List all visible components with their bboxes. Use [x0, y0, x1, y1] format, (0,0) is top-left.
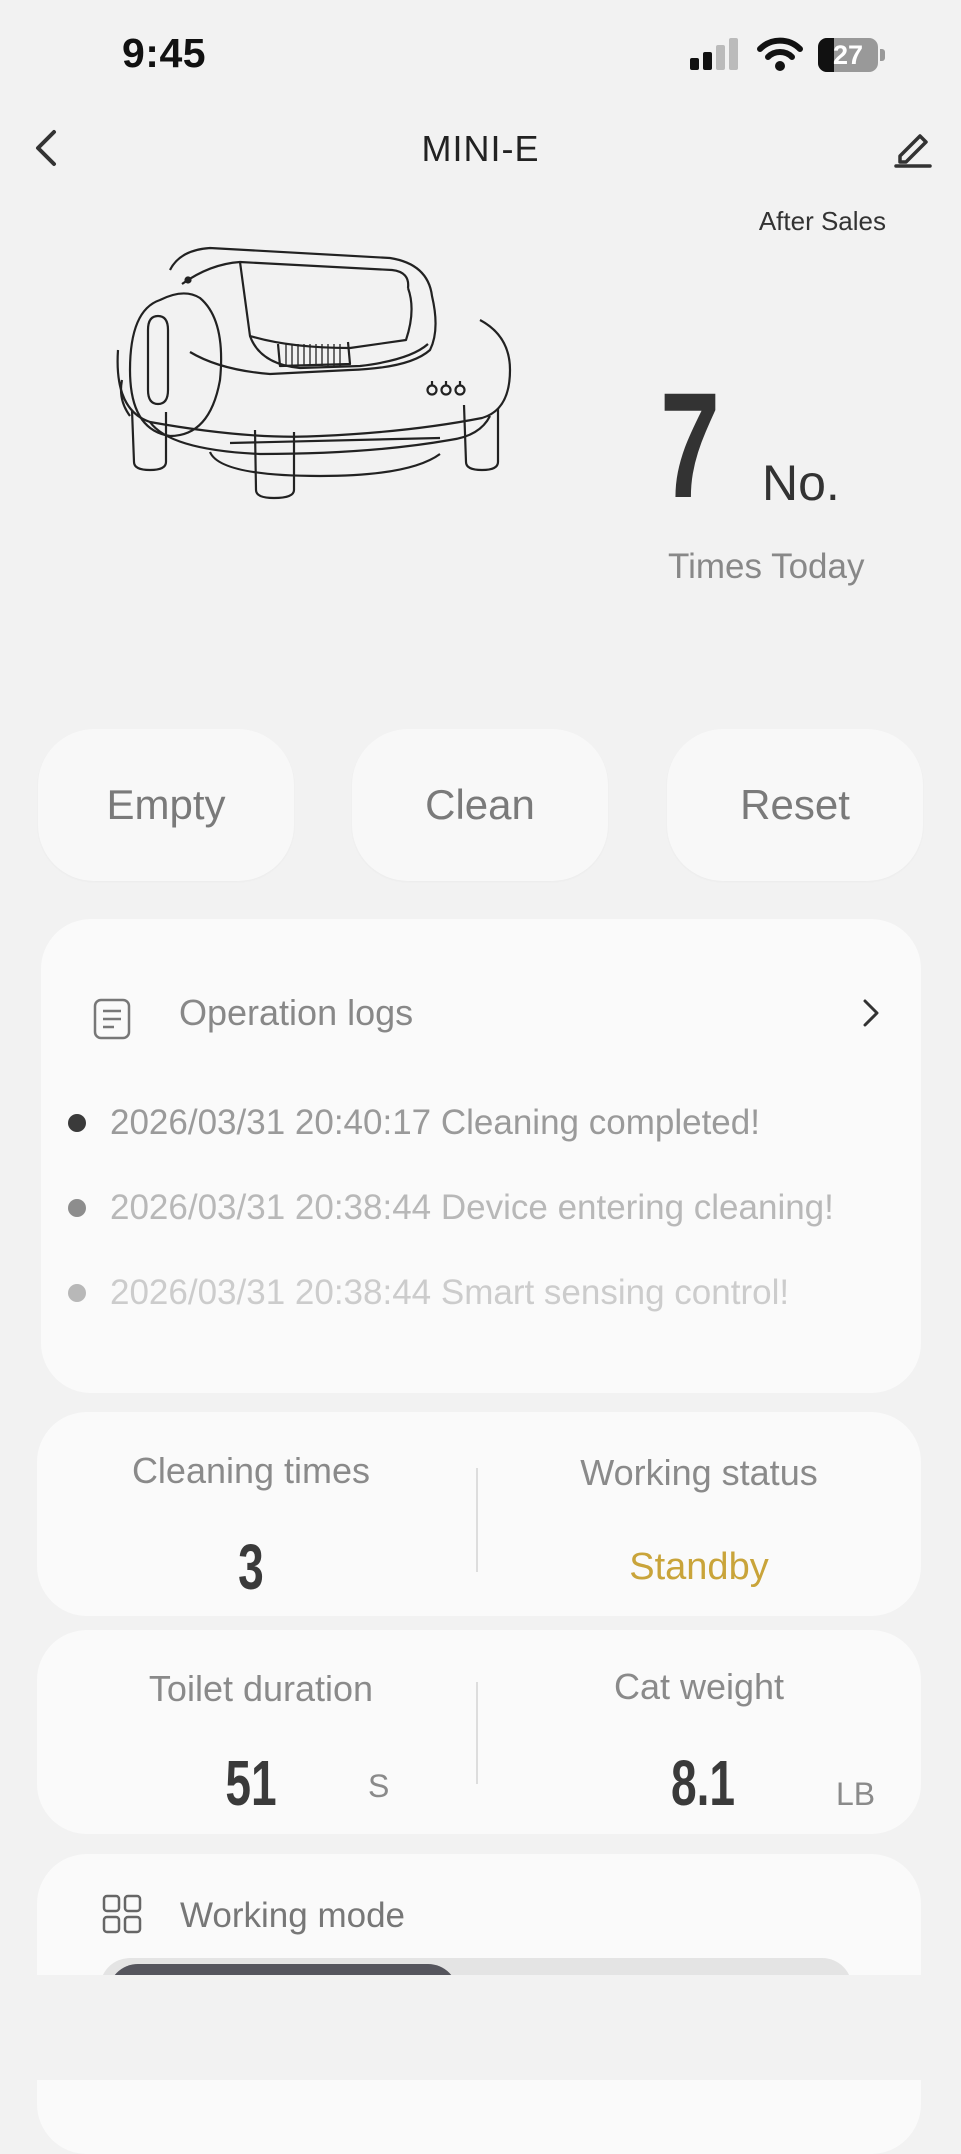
times-today-label: Times Today: [668, 547, 865, 586]
log-item: 2026/03/31 20:38:44 Device entering clea…: [68, 1188, 834, 1228]
divider: [476, 1682, 478, 1784]
battery-icon: 27: [818, 38, 886, 72]
bottom-edge: [0, 1975, 961, 2080]
cat-weight-unit: LB: [836, 1776, 876, 1812]
log-text: 2026/03/31 20:40:17 Cleaning completed!: [110, 1103, 760, 1142]
grid-icon: [102, 1894, 142, 1934]
working-status-value: Standby: [629, 1546, 769, 1588]
page-title: MINI-E: [421, 128, 540, 169]
times-today-count: 7: [660, 361, 721, 529]
working-mode-title: Working mode: [180, 1896, 406, 1935]
cat-weight-label: Cat weight: [613, 1666, 785, 1707]
reset-button[interactable]: Reset: [667, 729, 923, 881]
log-item: 2026/03/31 20:38:44 Smart sensing contro…: [68, 1273, 789, 1313]
operation-logs-title[interactable]: Operation logs: [179, 992, 413, 1034]
toilet-duration-label: Toilet duration: [148, 1668, 374, 1709]
log-bullet: [68, 1284, 86, 1302]
empty-button[interactable]: Empty: [38, 729, 294, 881]
litter-box-device-image: [116, 246, 512, 500]
log-bullet: [68, 1199, 86, 1217]
wifi-icon: [757, 37, 803, 71]
toilet-duration-value: 51: [225, 1747, 277, 1819]
chevron-right-icon[interactable]: [860, 996, 882, 1030]
cellular-signal-icon: [690, 38, 738, 70]
after-sales-link[interactable]: After Sales: [759, 206, 886, 237]
divider: [476, 1468, 478, 1572]
cleaning-times-value: 3: [238, 1531, 264, 1603]
clean-button[interactable]: Clean: [352, 729, 608, 881]
log-text: 2026/03/31 20:38:44 Smart sensing contro…: [110, 1273, 790, 1312]
times-today-unit: No.: [762, 455, 840, 511]
cleaning-times-label: Cleaning times: [131, 1450, 371, 1491]
working-status-label: Working status: [580, 1452, 818, 1493]
operation-logs-card[interactable]: [41, 919, 921, 1393]
toilet-duration-unit: S: [368, 1768, 390, 1804]
edit-icon[interactable]: [892, 126, 934, 168]
battery-level: 27: [832, 40, 864, 70]
log-text: 2026/03/31 20:38:44 Device entering clea…: [110, 1188, 834, 1227]
status-time: 9:45: [122, 30, 207, 76]
cat-weight-value: 8.1: [670, 1747, 736, 1819]
log-bullet: [68, 1114, 86, 1132]
log-item: 2026/03/31 20:40:17 Cleaning completed!: [68, 1103, 760, 1143]
document-icon: [93, 998, 131, 1040]
